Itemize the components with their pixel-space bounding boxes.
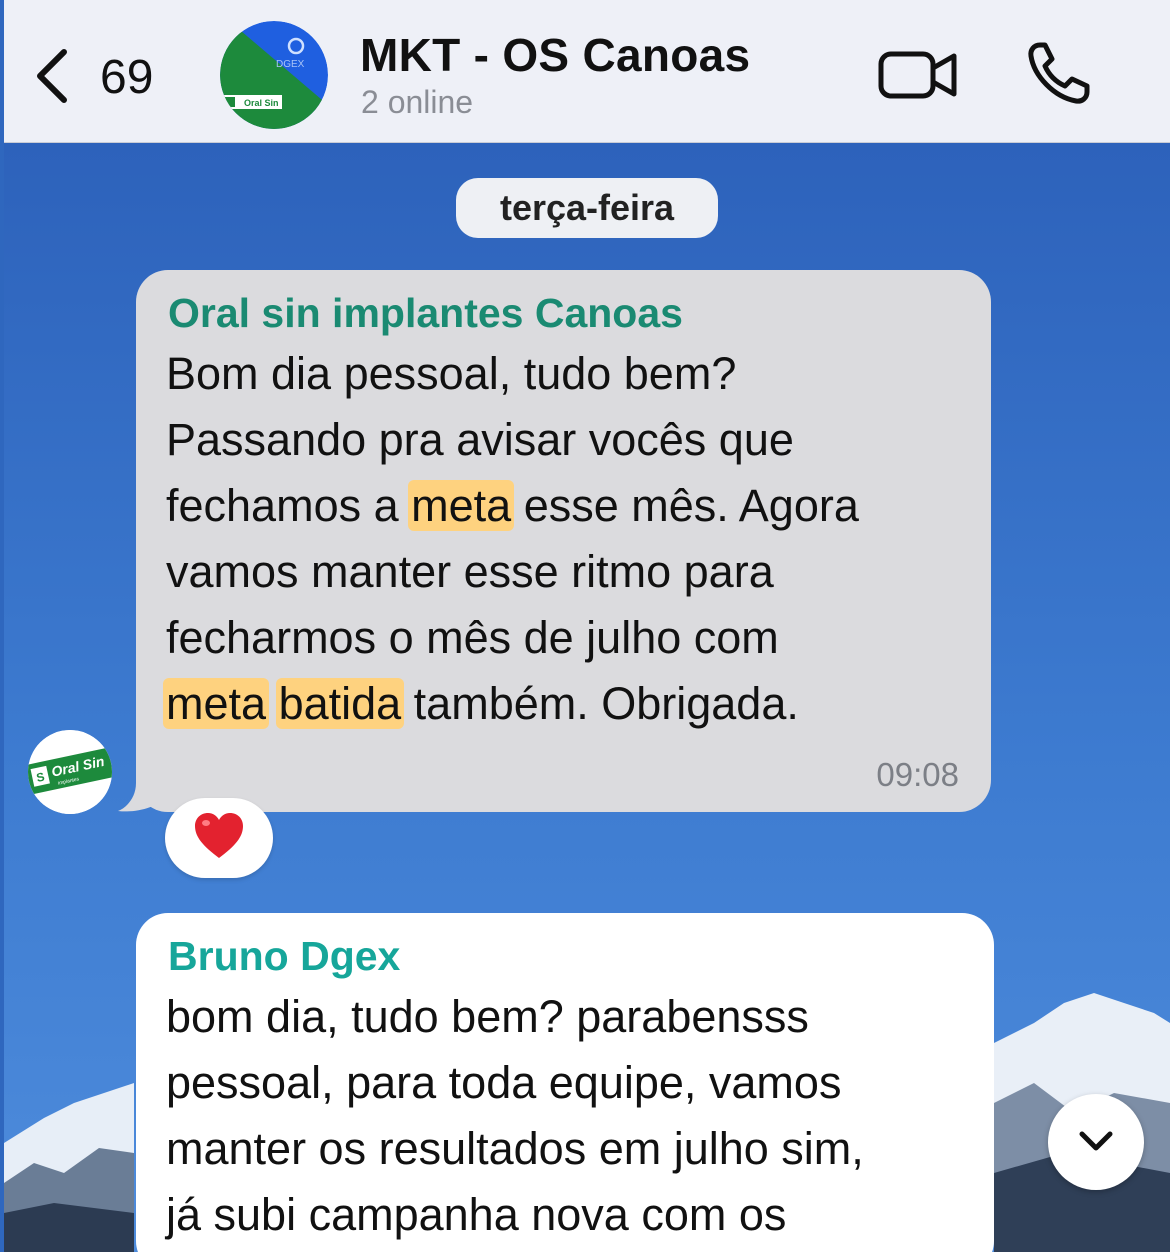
back-unread-count[interactable]: 69 bbox=[100, 50, 153, 105]
message-bubble[interactable]: Bruno Dgex bom dia, tudo bem? parabensss… bbox=[136, 913, 994, 1252]
video-camera-icon[interactable] bbox=[878, 44, 958, 104]
reaction-badge[interactable] bbox=[165, 798, 273, 878]
chevron-left-icon[interactable] bbox=[32, 46, 72, 106]
text-segment: também. Obrigada. bbox=[401, 678, 799, 729]
message-time: 09:08 bbox=[876, 756, 959, 793]
message-text-line: Passando pra avisar vocês que bbox=[166, 414, 794, 465]
heart-icon bbox=[195, 813, 243, 858]
search-highlight: batida bbox=[275, 678, 405, 729]
message-sender[interactable]: Oral sin implantes Canoas bbox=[168, 290, 683, 337]
date-separator: terça-feira bbox=[456, 178, 718, 238]
message-text-line: bom dia, tudo bem? parabensss bbox=[166, 991, 809, 1042]
search-highlight: meta bbox=[163, 678, 270, 729]
chevron-down-icon bbox=[1079, 1131, 1113, 1151]
message-text-line: Bom dia pessoal, tudo bem? bbox=[166, 348, 737, 399]
sender-avatar[interactable]: S Oral Sin implantes bbox=[28, 730, 112, 814]
message-text-line: meta batida também. Obrigada. bbox=[163, 678, 799, 730]
message-sender[interactable]: Bruno Dgex bbox=[168, 933, 400, 980]
avatar-brand-bottom: Oral Sin bbox=[244, 98, 279, 108]
phone-icon[interactable] bbox=[1026, 40, 1092, 106]
chat-title[interactable]: MKT - OS Canoas bbox=[360, 28, 750, 82]
message-text-line: vamos manter esse ritmo para bbox=[166, 546, 774, 597]
search-highlight: meta bbox=[408, 480, 515, 531]
message-text-line: manter os resultados em julho sim, bbox=[166, 1123, 864, 1174]
chat-header: 69 Oral Sin DGEX MKT - OS Canoas 2 onlin… bbox=[4, 0, 1170, 143]
online-status: 2 online bbox=[361, 84, 474, 120]
message-bubble[interactable]: Oral sin implantes Canoas Bom dia pessoa… bbox=[136, 270, 991, 812]
message-text-line: fecharmos o mês de julho com bbox=[166, 612, 779, 663]
text-segment: fechamos a bbox=[166, 480, 412, 531]
group-avatar[interactable]: Oral Sin DGEX bbox=[220, 21, 328, 129]
message-text-line: já subi campanha nova com os bbox=[166, 1189, 787, 1240]
avatar-brand-top: DGEX bbox=[276, 59, 305, 70]
text-segment: esse mês. Agora bbox=[511, 480, 859, 531]
scroll-to-bottom-button[interactable] bbox=[1048, 1094, 1144, 1190]
message-list[interactable]: terça-feira Oral sin implantes Canoas Bo… bbox=[4, 143, 1170, 1252]
message-text-line: fechamos a meta esse mês. Agora bbox=[166, 480, 859, 532]
message-text-line: pessoal, para toda equipe, vamos bbox=[166, 1057, 842, 1108]
